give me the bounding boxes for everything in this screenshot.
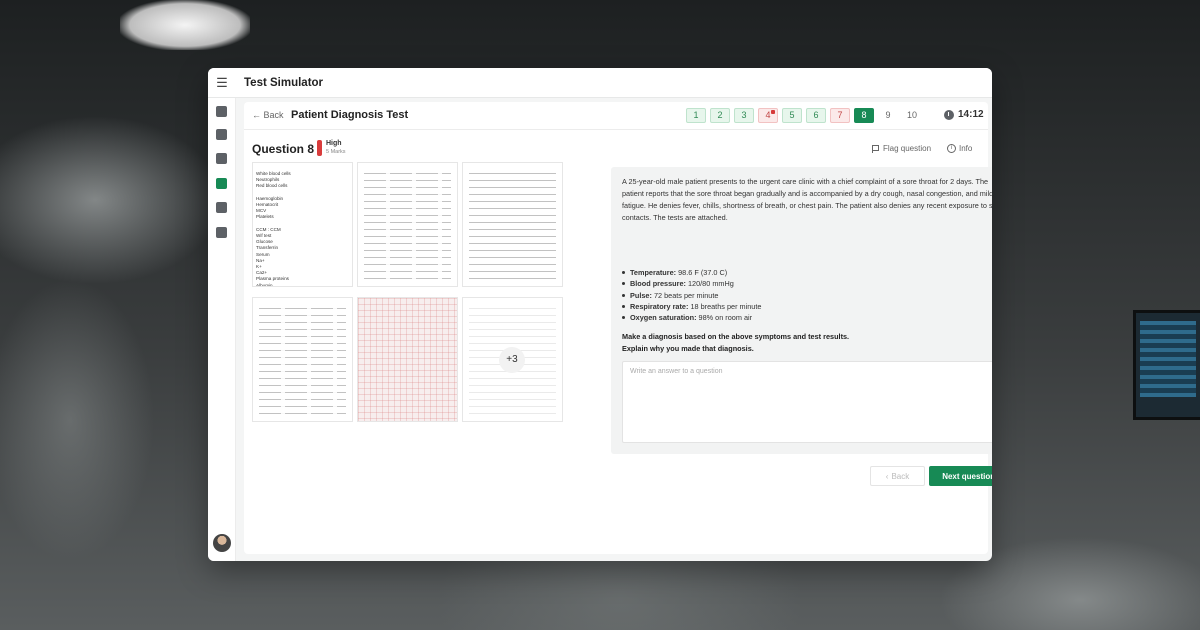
tests-icon[interactable] <box>216 178 227 189</box>
test-title: Patient Diagnosis Test <box>291 109 409 121</box>
question-nav-label: 3 <box>741 110 747 120</box>
question-nav-label: 7 <box>837 110 843 120</box>
info-label: Info <box>959 144 973 153</box>
question-nav-label: 2 <box>717 110 723 120</box>
case-description: A 25-year-old male patient presents to t… <box>622 177 992 222</box>
timer: 14:12 <box>944 109 984 120</box>
document-preview <box>259 304 346 415</box>
question-nav-label: 10 <box>906 110 917 120</box>
prompt-line-2: Explain why you made that diagnosis. <box>622 344 754 353</box>
library-icon[interactable] <box>216 153 227 164</box>
surgical-lamp <box>120 0 250 50</box>
previous-question-button[interactable]: ‹ Back <box>870 466 925 486</box>
priority-icon <box>317 140 322 156</box>
question-nav-7[interactable]: 7 <box>830 108 850 123</box>
question-nav-1[interactable]: 1 <box>686 108 706 123</box>
chevron-left-icon: ‹ <box>885 471 889 481</box>
question-nav-6[interactable]: 6 <box>806 108 826 123</box>
vital-label: Respiratory rate: <box>630 301 689 311</box>
test-header: ← Back Patient Diagnosis Test 1 2 3 4 5 … <box>244 102 988 130</box>
attachment-ecg[interactable] <box>357 297 458 422</box>
next-question-button[interactable]: Next question › <box>929 466 992 486</box>
vital-label: Oxygen saturation: <box>630 313 697 323</box>
vital-value: 98% on room air <box>698 313 753 323</box>
vital-item: Respiratory rate: 18 breaths per minute <box>622 301 761 312</box>
book-icon[interactable] <box>216 227 227 238</box>
question-nav-4[interactable]: 4 <box>758 108 778 123</box>
vital-value: 72 beats per minute <box>653 290 719 300</box>
question-prompt: Make a diagnosis based on the above symp… <box>622 331 849 355</box>
question-nav-10[interactable]: 10 <box>902 108 922 123</box>
question-nav-label: 9 <box>885 110 891 120</box>
vital-item: Temperature: 98.6 F (37.0 C) <box>622 267 761 278</box>
previous-question-label: Back <box>891 471 910 481</box>
marks-label: 5 Marks <box>326 149 346 155</box>
prompt-line-1: Make a diagnosis based on the above symp… <box>622 332 850 341</box>
attachment-blood-count[interactable] <box>252 297 353 422</box>
bullet-icon <box>622 293 625 297</box>
question-nav-9[interactable]: 9 <box>878 108 898 123</box>
question-nav-label: 1 <box>693 110 699 120</box>
question-nav-label: 5 <box>789 110 795 120</box>
background-monitor <box>1133 310 1200 420</box>
test-panel: ← Back Patient Diagnosis Test 1 2 3 4 5 … <box>244 102 992 554</box>
info-button[interactable]: i Info <box>947 144 972 153</box>
question-nav-label: 4 <box>765 110 771 120</box>
answer-input[interactable] <box>622 361 992 443</box>
back-link-label: Back <box>263 110 284 120</box>
flag-question-button[interactable]: Flag question <box>872 144 931 153</box>
dashboard-icon[interactable] <box>216 106 227 117</box>
more-attachments-count: +3 <box>499 347 525 373</box>
vital-value: 98.6 F (37.0 C) <box>678 268 728 277</box>
bullet-icon <box>622 304 625 308</box>
layout-icon[interactable] <box>216 202 227 213</box>
calendar-icon[interactable] <box>216 129 227 140</box>
vitals-list: Temperature: 98.6 F (37.0 C) Blood press… <box>622 267 761 323</box>
app-window: ☰ Test Simulator ← Back Patient Diagnosi… <box>208 68 992 561</box>
attachment-study-table[interactable] <box>462 162 563 287</box>
back-link[interactable]: ← Back <box>252 110 284 120</box>
next-question-label: Next question <box>942 471 992 481</box>
vital-item: Oxygen saturation: 98% on room air <box>622 312 761 323</box>
priority-label: High <box>326 140 342 147</box>
flag-marker-icon <box>771 110 775 114</box>
vital-value: 18 breaths per minute <box>690 301 762 311</box>
title-bar: ☰ Test Simulator <box>208 68 992 98</box>
menu-icon[interactable]: ☰ <box>208 75 236 91</box>
info-icon: i <box>947 144 956 153</box>
question-title: Question 8 <box>252 142 315 156</box>
ecg-preview <box>358 298 457 421</box>
question-content: A 25-year-old male patient presents to t… <box>611 167 992 454</box>
lab-sheet-text: White blood cells Neutrophils Red blood … <box>256 171 291 287</box>
attachment-more[interactable]: +3 <box>462 297 563 422</box>
app-title: Test Simulator <box>244 76 324 89</box>
question-nav-2[interactable]: 2 <box>710 108 730 123</box>
vital-label: Blood pressure: <box>630 279 686 289</box>
attachment-lab-results-2[interactable] <box>357 162 458 287</box>
vital-item: Blood pressure: 120/80 mmHg <box>622 278 761 289</box>
question-navigator: 1 2 3 4 5 6 7 8 9 10 <box>686 108 922 123</box>
question-nav-5[interactable]: 5 <box>782 108 802 123</box>
flag-icon <box>872 144 879 153</box>
document-preview <box>469 169 556 280</box>
bullet-icon <box>622 271 625 274</box>
vital-label: Temperature: <box>630 268 677 277</box>
question-nav-label: 6 <box>813 110 819 120</box>
question-nav-3[interactable]: 3 <box>734 108 754 123</box>
bullet-icon <box>622 316 625 320</box>
document-preview <box>364 169 451 280</box>
vital-item: Pulse: 72 beats per minute <box>622 290 761 301</box>
question-nav-8[interactable]: 8 <box>854 108 874 123</box>
clock-icon <box>944 109 954 120</box>
flag-question-label: Flag question <box>883 144 932 153</box>
vital-value: 120/80 mmHg <box>687 279 734 289</box>
bullet-icon <box>622 282 625 286</box>
timer-value: 14:12 <box>958 109 984 120</box>
user-avatar[interactable] <box>213 534 231 552</box>
question-nav-label: 8 <box>861 110 867 120</box>
attachment-lab-results-1[interactable]: White blood cells Neutrophils Red blood … <box>252 162 353 287</box>
vital-label: Pulse: <box>630 290 652 300</box>
sidebar <box>208 98 236 561</box>
